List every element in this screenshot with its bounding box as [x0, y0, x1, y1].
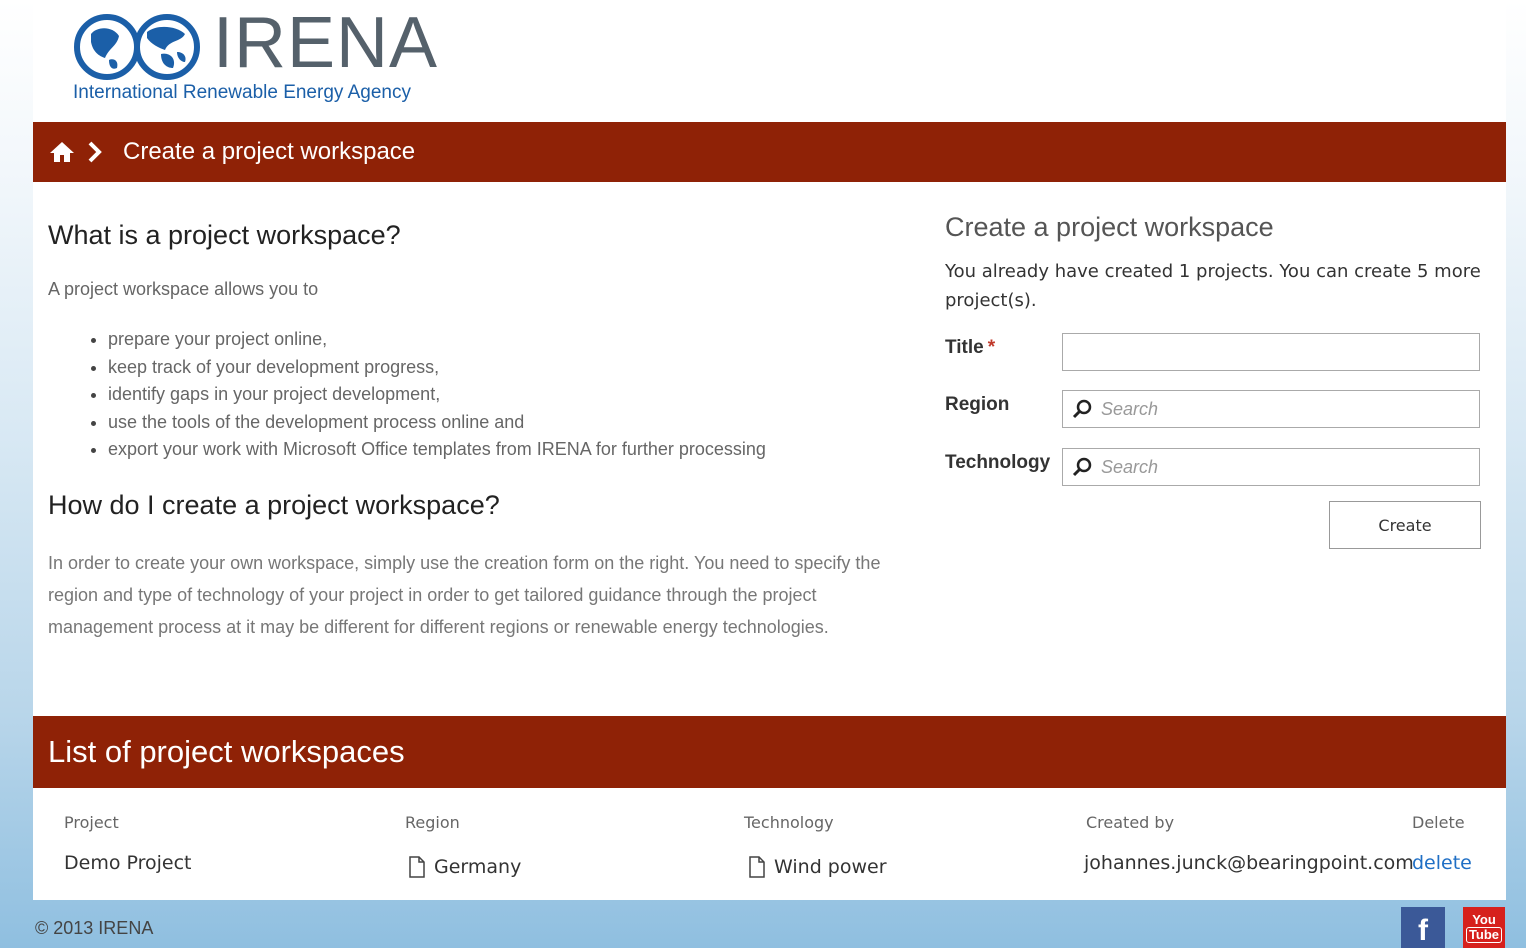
youtube-tube: Tube: [1465, 926, 1503, 943]
howto-heading: How do I create a project workspace?: [48, 489, 500, 520]
title-label: Title *: [945, 337, 995, 359]
breadcrumb-current: Create a project workspace: [123, 138, 416, 165]
region-value: Germany: [434, 856, 522, 878]
column-header-technology[interactable]: Technology: [744, 813, 834, 832]
region-placeholder: Search: [1101, 398, 1159, 419]
title-input[interactable]: [1062, 333, 1480, 371]
irena-logo[interactable]: IRENA International Renewable Energy Age…: [73, 3, 443, 110]
intro-lead: A project workspace allows you to: [48, 279, 319, 299]
youtube-icon[interactable]: You Tube: [1463, 907, 1505, 948]
workspace-table: Project Region Technology Created by Del…: [33, 800, 1506, 900]
list-title: List of project workspaces: [48, 734, 405, 769]
search-icon: [1072, 457, 1092, 477]
column-header-region[interactable]: Region: [405, 813, 460, 832]
create-button[interactable]: Create: [1329, 501, 1481, 549]
page-container: IRENA International Renewable Energy Age…: [33, 0, 1506, 900]
breadcrumb: Create a project workspace: [33, 122, 1506, 182]
technology-placeholder: Search: [1101, 456, 1159, 477]
technology-value: Wind power: [774, 856, 887, 878]
technology-search-input[interactable]: Search: [1062, 448, 1480, 486]
column-header-project[interactable]: Project: [64, 813, 119, 832]
intro-section: What is a project workspace? A project w…: [48, 220, 908, 643]
copyright: © 2013 IRENA: [35, 918, 154, 938]
cell-created-by: johannes.junck@bearingpoint.com: [1084, 852, 1414, 874]
technology-label: Technology: [945, 452, 1051, 473]
logo-wordmark: IRENA: [213, 3, 439, 83]
column-header-created-by[interactable]: Created by: [1086, 813, 1174, 832]
globe-logo-icon: [74, 14, 200, 80]
quota-info: You already have created 1 projects. You…: [945, 261, 1481, 311]
create-form: Create a project workspace You already h…: [945, 212, 1485, 549]
logo-tagline: International Renewable Energy Agency: [73, 82, 412, 103]
delete-link[interactable]: delete: [1412, 852, 1472, 874]
region-label: Region: [945, 394, 1010, 415]
facebook-icon[interactable]: f: [1401, 907, 1445, 948]
home-icon[interactable]: [49, 139, 75, 165]
feature-list: prepare your project online, keep track …: [48, 326, 908, 464]
list-item: prepare your project online,: [108, 326, 908, 354]
cell-technology: Wind power: [748, 856, 887, 878]
intro-heading: What is a project workspace?: [48, 220, 401, 250]
list-item: keep track of your development progress,: [108, 354, 908, 382]
title-label-text: Title: [945, 337, 984, 358]
region-search-input[interactable]: Search: [1062, 390, 1480, 428]
list-item: export your work with Microsoft Office t…: [108, 436, 908, 464]
cell-region: Germany: [408, 856, 521, 878]
chevron-right-icon: [87, 139, 109, 165]
cell-project[interactable]: Demo Project: [64, 852, 192, 874]
region-row: Region Search: [945, 390, 1485, 430]
document-icon: [409, 856, 425, 878]
column-header-delete: Delete: [1412, 813, 1465, 832]
list-item: identify gaps in your project developmen…: [108, 381, 908, 409]
form-title: Create a project workspace: [945, 212, 1274, 242]
youtube-you: You: [1472, 911, 1496, 927]
list-item: use the tools of the development process…: [108, 409, 908, 437]
search-icon: [1072, 399, 1092, 419]
required-mark: *: [987, 337, 996, 358]
document-icon: [749, 856, 765, 878]
list-header-bar: List of project workspaces: [33, 716, 1506, 788]
title-row: Title *: [945, 333, 1485, 373]
howto-text: In order to create your own workspace, s…: [48, 552, 881, 637]
technology-row: Technology Search: [945, 448, 1485, 488]
